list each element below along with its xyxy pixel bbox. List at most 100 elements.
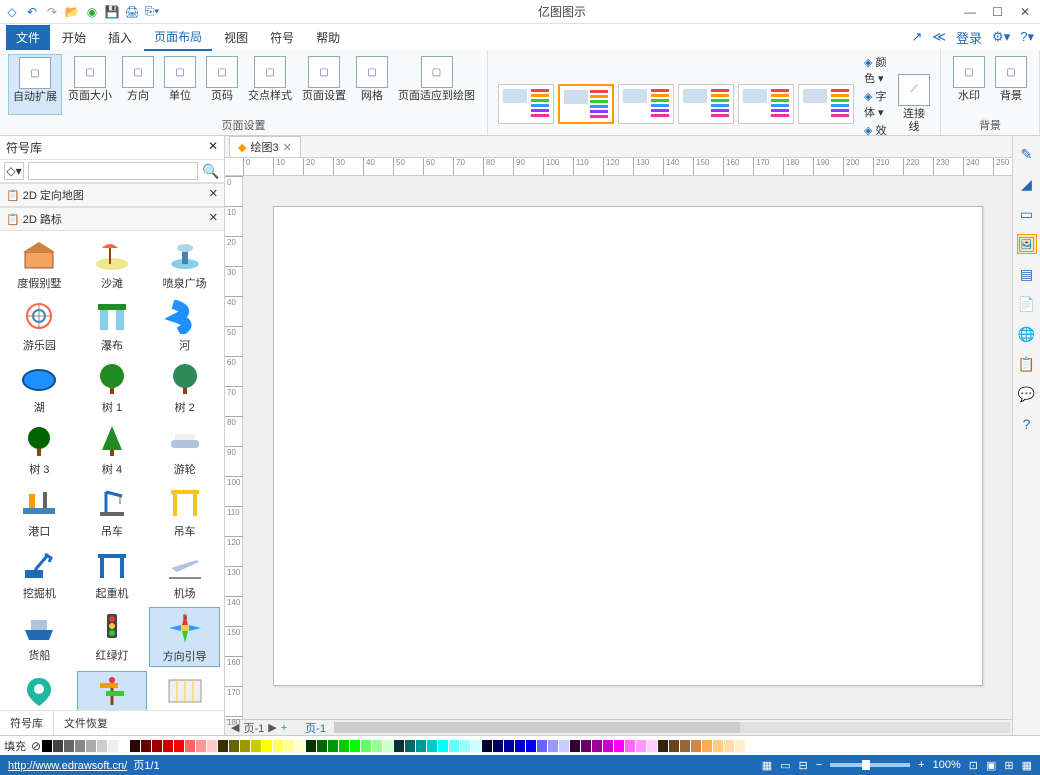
unit-button[interactable]: ▢单位 [160, 54, 200, 115]
color-swatch[interactable] [416, 740, 426, 752]
theme-thumbnail[interactable] [738, 84, 794, 124]
search-input[interactable] [28, 162, 198, 180]
footer-tab-library[interactable]: 符号库 [0, 711, 54, 735]
theme-thumbnail[interactable] [558, 84, 614, 124]
point-style-button[interactable]: ▢交点样式 [244, 54, 296, 115]
color-swatch[interactable] [669, 740, 679, 752]
right-tool-1[interactable]: ◢ [1017, 174, 1037, 194]
page-number-button[interactable]: ▢页码 [202, 54, 242, 115]
color-swatch[interactable] [581, 740, 591, 752]
color-swatch[interactable] [361, 740, 371, 752]
right-tool-6[interactable]: 🌐 [1017, 324, 1037, 344]
color-swatch[interactable] [119, 740, 129, 752]
color-button[interactable]: ◈ 颜色 ▾ [864, 54, 894, 86]
color-swatch[interactable] [75, 740, 85, 752]
view-icon[interactable]: ▦ [762, 759, 772, 772]
right-tool-7[interactable]: 📋 [1017, 354, 1037, 374]
color-swatch[interactable] [295, 740, 305, 752]
shape-fountain[interactable]: 喷泉广场 [149, 235, 220, 293]
color-swatch[interactable] [658, 740, 668, 752]
shape-traffic-light[interactable]: 红绿灯 [77, 607, 148, 667]
color-swatch[interactable] [229, 740, 239, 752]
shape-tree2[interactable]: 树 2 [149, 359, 220, 417]
right-tool-3[interactable]: 🖼 [1017, 234, 1037, 254]
color-swatch[interactable] [636, 740, 646, 752]
color-swatch[interactable] [339, 740, 349, 752]
theme-thumbnail[interactable] [618, 84, 674, 124]
document-tab[interactable]: ◆ 绘图3 ✕ [229, 136, 301, 157]
color-swatch[interactable] [625, 740, 635, 752]
color-swatch[interactable] [460, 740, 470, 752]
shape-amusement[interactable]: 游乐园 [4, 297, 75, 355]
shape-location[interactable]: 位置 [4, 671, 75, 710]
shape-waterfall[interactable]: 瀑布 [77, 297, 148, 355]
tab-帮助[interactable]: 帮助 [306, 25, 350, 50]
color-swatch[interactable] [482, 740, 492, 752]
color-swatch[interactable] [614, 740, 624, 752]
color-swatch[interactable] [108, 740, 118, 752]
right-tool-0[interactable]: ✎ [1017, 144, 1037, 164]
color-swatch[interactable] [603, 740, 613, 752]
close-tab-icon[interactable]: ✕ [283, 141, 292, 154]
color-swatch[interactable] [702, 740, 712, 752]
color-swatch[interactable] [42, 740, 52, 752]
shape-crane1[interactable]: 吊车 [77, 483, 148, 541]
color-swatch[interactable] [438, 740, 448, 752]
login-link[interactable]: 登录 [956, 28, 982, 47]
color-swatch[interactable] [680, 740, 690, 752]
color-swatch[interactable] [427, 740, 437, 752]
close-panel-icon[interactable]: ✕ [208, 139, 218, 156]
minimize-button[interactable]: — [964, 5, 980, 19]
theme-thumbnail[interactable] [678, 84, 734, 124]
save-icon[interactable]: 💾 [104, 4, 120, 20]
shape-lake[interactable]: 湖 [4, 359, 75, 417]
color-swatch[interactable] [273, 740, 283, 752]
open-icon[interactable]: 📂 [64, 4, 80, 20]
zoom-out-icon[interactable]: − [816, 759, 822, 771]
color-swatch[interactable] [152, 740, 162, 752]
print-icon[interactable]: 🖨 [124, 4, 140, 20]
right-tool-2[interactable]: ▭ [1017, 204, 1037, 224]
color-swatch[interactable] [251, 740, 261, 752]
export-icon[interactable]: ⎘▾ [144, 4, 160, 20]
tab-开始[interactable]: 开始 [52, 25, 96, 50]
shape-crane2[interactable]: 吊车 [149, 483, 220, 541]
color-swatch[interactable] [141, 740, 151, 752]
shape-river[interactable]: 河 [149, 297, 220, 355]
fit-icon[interactable]: ▣ [986, 759, 996, 772]
canvas[interactable] [243, 176, 1012, 719]
color-swatch[interactable] [570, 740, 580, 752]
color-swatch[interactable] [383, 740, 393, 752]
shape-cargo[interactable]: 货船 [4, 607, 75, 667]
tab-视图[interactable]: 视图 [214, 25, 258, 50]
shape-tree3[interactable]: 树 3 [4, 421, 75, 479]
no-fill-icon[interactable]: ⊘ [31, 739, 41, 753]
color-swatch[interactable] [548, 740, 558, 752]
color-swatch[interactable] [53, 740, 63, 752]
shape-compass[interactable]: N方向引导 [149, 607, 220, 667]
color-swatch[interactable] [185, 740, 195, 752]
color-swatch[interactable] [515, 740, 525, 752]
color-swatch[interactable] [493, 740, 503, 752]
color-swatch[interactable] [559, 740, 569, 752]
close-category-icon[interactable]: ✕ [209, 211, 218, 227]
zoom-in-icon[interactable]: + [918, 759, 924, 771]
help-icon[interactable]: ?▾ [1020, 29, 1034, 45]
background-button[interactable]: ▢背景 [991, 54, 1031, 115]
color-swatch[interactable] [97, 740, 107, 752]
shape-signpost[interactable]: 路标 [77, 671, 148, 710]
page-nav-1[interactable]: 页-1 [243, 720, 264, 736]
font-button[interactable]: ◈ 字体 ▾ [864, 88, 894, 120]
color-swatch[interactable] [196, 740, 206, 752]
view-icon[interactable]: ▭ [780, 759, 790, 772]
color-swatch[interactable] [218, 740, 228, 752]
color-swatch[interactable] [130, 740, 140, 752]
tab-符号[interactable]: 符号 [260, 25, 304, 50]
shape-beach[interactable]: 沙滩 [77, 235, 148, 293]
shape-port[interactable]: 港口 [4, 483, 75, 541]
shapes-icon[interactable]: ◉ [84, 4, 100, 20]
shape-airport[interactable]: 机场 [149, 545, 220, 603]
color-swatch[interactable] [647, 740, 657, 752]
close-category-icon[interactable]: ✕ [209, 187, 218, 203]
color-swatch[interactable] [372, 740, 382, 752]
